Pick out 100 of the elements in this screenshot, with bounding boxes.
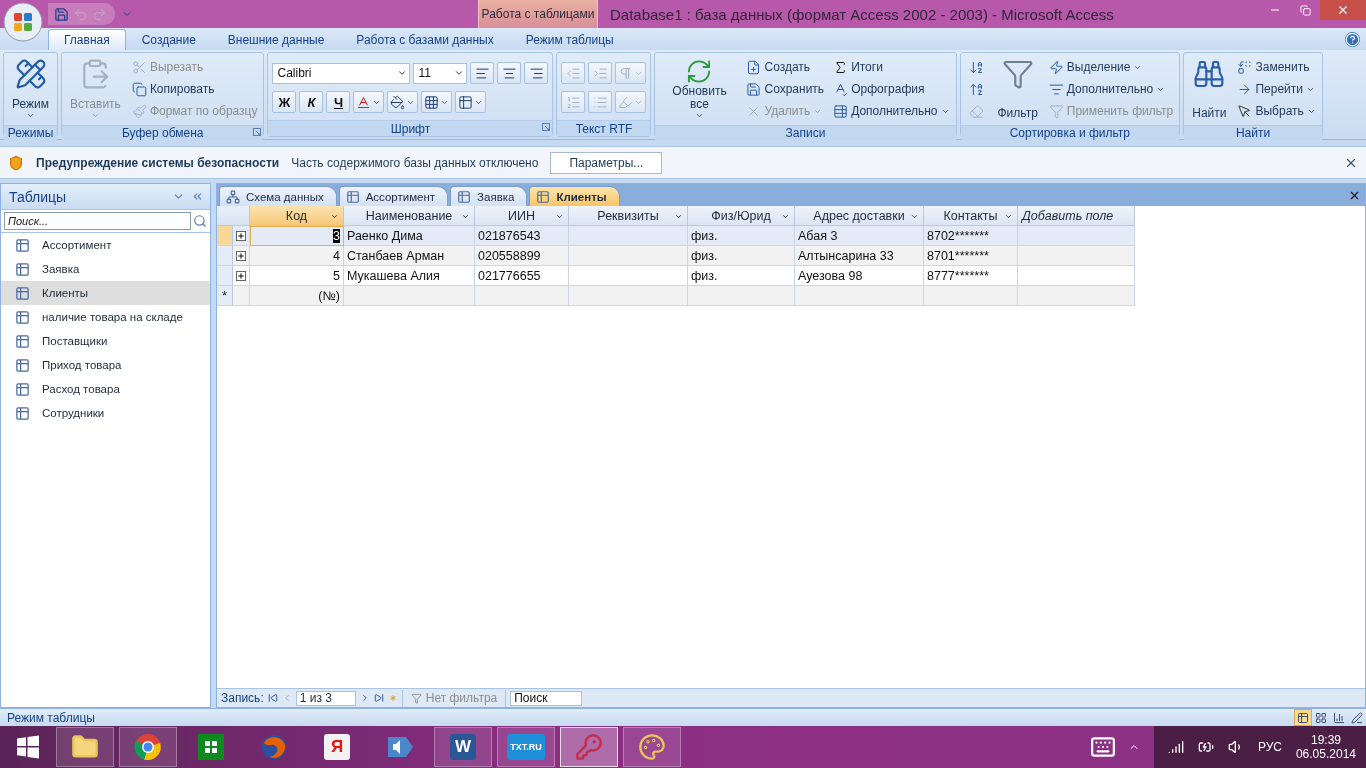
paintbrush-icon (131, 103, 147, 119)
binoculars-icon (1193, 58, 1226, 90)
column-header[interactable]: Контакты (924, 206, 1018, 226)
table-cell: Алтынсарина 33 (795, 246, 924, 266)
ribbon-button[interactable]: Сохранить (744, 78, 827, 100)
language-indicator[interactable]: РУС (1257, 740, 1282, 754)
ribbon-button[interactable]: Копировать (129, 78, 260, 100)
navigation-item[interactable]: Заявка (1, 257, 210, 281)
expand-icon[interactable] (237, 231, 245, 240)
ribbon-button[interactable]: Создать (744, 56, 827, 78)
icon-button[interactable] (524, 62, 549, 84)
caret-icon (1004, 212, 1013, 221)
icon-button[interactable] (353, 91, 385, 113)
expand-icon[interactable] (237, 251, 245, 260)
ribbon-tab[interactable]: Главная (48, 29, 126, 50)
column-header[interactable]: Наименование (344, 206, 475, 226)
view-button[interactable] (1348, 709, 1366, 726)
format-button[interactable]: Ч (326, 91, 351, 113)
search-icon[interactable] (193, 214, 207, 228)
search-field[interactable]: Поиск... (4, 212, 191, 230)
save-icon[interactable] (54, 6, 69, 22)
table-cell: 3 (250, 226, 344, 246)
last-record-icon[interactable] (373, 693, 384, 703)
navigation-item[interactable]: Сотрудники (1, 401, 210, 425)
launcher-icon[interactable] (253, 128, 262, 136)
help-icon[interactable] (1345, 32, 1360, 47)
navigation-item[interactable]: Клиенты (1, 281, 210, 305)
view-button[interactable] (1294, 709, 1312, 726)
icon-button[interactable] (497, 62, 522, 84)
ribbon-button[interactable]: Выбрать (1235, 100, 1318, 122)
navigation-item[interactable]: Ассортимент (1, 233, 210, 257)
ribbon-button[interactable]: Итоги (831, 56, 952, 78)
clock-date[interactable]: 06.05.2014 (1295, 747, 1356, 761)
format-button[interactable]: К (299, 91, 324, 113)
column-header[interactable]: Реквизиты (569, 206, 688, 226)
table-cell: Раенко Дима (344, 226, 475, 246)
icon-button[interactable] (455, 91, 487, 113)
ribbon-tab[interactable]: Режим таблицы (509, 29, 630, 50)
document-tab[interactable]: Ассортимент (338, 186, 449, 206)
pilcrow-icon (618, 65, 634, 81)
taskbar-app[interactable] (56, 727, 114, 767)
ribbon-button[interactable]: Перейти (1235, 78, 1318, 100)
font-field[interactable]: 11 (413, 62, 468, 84)
keyboard-icon[interactable] (1089, 734, 1116, 760)
ribbon-tab[interactable]: Работа с базами данных (340, 29, 510, 50)
ribbon-tab[interactable]: Внешние данные (211, 29, 341, 50)
align-left-icon (475, 65, 490, 81)
ribbon-button[interactable]: Дополнительно (1046, 78, 1176, 100)
font-field[interactable]: Calibri (272, 62, 411, 84)
collapse-icon[interactable] (191, 190, 204, 203)
fill-color-icon (390, 94, 406, 110)
document-tab[interactable]: Клиенты (529, 186, 620, 206)
column-header[interactable]: Физ/Юрид (688, 206, 795, 226)
caret-icon (90, 111, 100, 120)
navigation-item[interactable]: Поставщики (1, 329, 210, 353)
table-icon (458, 94, 474, 110)
icon-button[interactable] (470, 62, 495, 84)
launcher-icon[interactable] (542, 123, 551, 131)
icon-button[interactable] (387, 91, 419, 113)
taskbar-app[interactable] (560, 727, 618, 767)
ribbon-button[interactable]: Найти (1188, 56, 1231, 122)
table-icon (15, 333, 30, 349)
clock-time[interactable]: 19:39 (1310, 733, 1341, 747)
record-position-field[interactable]: 1 из 3 (295, 690, 356, 706)
taskbar-app[interactable]: W (434, 727, 492, 767)
table-cell: 8777******* (924, 266, 1018, 286)
format-button[interactable]: Ж (272, 91, 297, 113)
ribbon-button[interactable]: Выделение (1046, 56, 1176, 78)
ribbon-tab[interactable]: Создание (125, 29, 212, 50)
column-header[interactable]: ИИН (475, 206, 569, 226)
ribbon-button[interactable]: Фильтр (993, 56, 1042, 122)
ribbon-button[interactable]: Режим (8, 56, 53, 122)
ribbon-button[interactable]: Заменить (1235, 56, 1318, 78)
navigation-item[interactable]: наличие товара на складе (1, 305, 210, 329)
close-button[interactable] (1320, 0, 1366, 20)
signal-icon[interactable] (1167, 739, 1184, 755)
ribbon-button[interactable]: Обновить все (659, 56, 740, 122)
taskbar-app[interactable]: TXT.RU (497, 727, 555, 767)
table-cell: Абая 3 (795, 226, 924, 246)
ribbon-button[interactable]: Орфография (831, 78, 952, 100)
scissors-icon (131, 59, 147, 75)
document-tab[interactable]: Заявка (450, 186, 528, 206)
first-record-icon[interactable] (267, 693, 278, 703)
column-header[interactable]: Добавить поле (1018, 206, 1135, 226)
expand-icon[interactable] (237, 271, 245, 280)
taskbar-app[interactable] (119, 727, 177, 767)
table-cell: Станбаев Арман (344, 246, 475, 266)
document-tab[interactable]: Схема данных (219, 186, 337, 206)
column-header[interactable]: Адрес доставки (795, 206, 924, 226)
taskbar-app[interactable]: Я (308, 727, 366, 767)
ribbon-button[interactable]: Дополнительно (831, 100, 952, 122)
column-header[interactable]: Код (250, 206, 344, 226)
icon-button[interactable] (421, 91, 453, 113)
group-title: Шрифт (390, 121, 431, 136)
search-field[interactable]: Поиск (510, 690, 583, 706)
table-cell: физ. (688, 246, 795, 266)
navigation-item[interactable]: Приход товара (1, 353, 210, 377)
navigation-item[interactable]: Расход товара (1, 377, 210, 401)
options-button[interactable]: Параметры... (550, 151, 663, 174)
battery-icon[interactable] (1197, 739, 1214, 755)
